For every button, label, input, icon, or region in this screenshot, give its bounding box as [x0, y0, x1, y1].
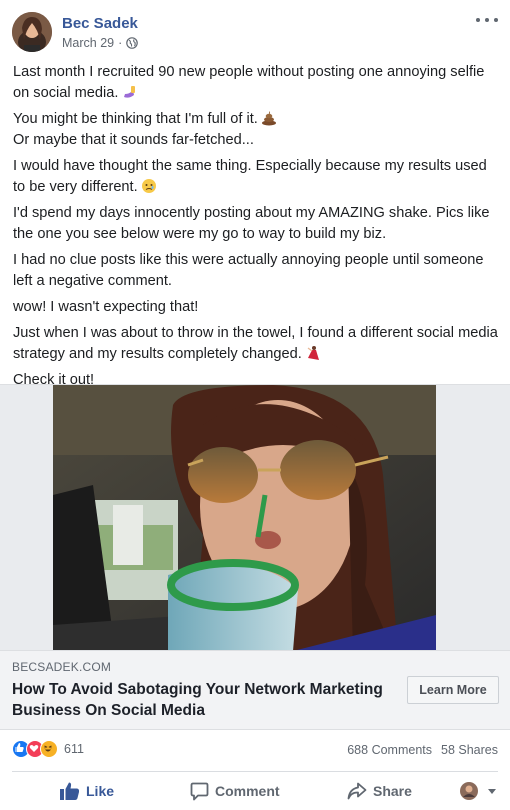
viewer-avatar	[460, 782, 478, 800]
post-paragraph: Just when I was about to throw in the to…	[13, 325, 498, 362]
globe-icon[interactable]	[126, 37, 139, 49]
actions-divider	[12, 771, 498, 772]
post-paragraph: wow! I wasn't expecting that!	[13, 299, 199, 315]
post-paragraph: I'd spend my days innocently posting abo…	[13, 205, 490, 242]
meta-separator: ·	[118, 36, 123, 50]
like-label: Like	[86, 783, 115, 799]
selfie-emoji-icon	[124, 86, 136, 98]
post-paragraph: You might be thinking that I'm full of i…	[13, 109, 498, 151]
post-header: Bec Sadek March 29 ·	[0, 0, 510, 62]
shares-count[interactable]: 58 Shares	[441, 743, 498, 757]
post-body: Last month I recruited 90 new people wit…	[13, 62, 498, 396]
link-preview-info[interactable]: BECSADEK.COM How To Avoid Sabotaging You…	[0, 650, 510, 730]
reaction-count: 611	[64, 742, 84, 756]
link-preview-image[interactable]	[0, 384, 510, 651]
chevron-down-icon	[488, 789, 496, 794]
post-paragraph: I had no clue posts like this were actua…	[13, 252, 484, 289]
thumbs-up-icon	[60, 782, 80, 800]
share-button[interactable]: Share	[347, 774, 412, 808]
post-paragraph: I would have thought the same thing. Esp…	[13, 158, 487, 195]
post-paragraph: Last month I recruited 90 new people wit…	[13, 64, 485, 101]
dancer-emoji-icon	[307, 346, 319, 360]
comment-button[interactable]: Comment	[190, 774, 280, 808]
like-button[interactable]: Like	[60, 774, 114, 808]
poop-emoji-icon	[261, 111, 276, 126]
share-label: Share	[373, 783, 412, 799]
comment-label: Comment	[215, 783, 280, 799]
learn-more-button[interactable]: Learn More	[407, 676, 499, 704]
comment-icon	[190, 782, 209, 800]
reactions-summary[interactable]: 611	[12, 740, 84, 758]
author-avatar[interactable]	[12, 12, 52, 52]
viewer-selector[interactable]	[460, 774, 504, 808]
post-meta: March 29 ·	[62, 36, 139, 50]
haha-reaction-icon	[40, 740, 58, 758]
engagement-bar: 611 688 Comments 58 Shares	[0, 736, 510, 762]
comments-count[interactable]: 688 Comments	[347, 743, 432, 757]
more-options-icon[interactable]	[476, 14, 498, 26]
author-name[interactable]: Bec Sadek	[62, 15, 138, 32]
link-domain: BECSADEK.COM	[12, 660, 112, 674]
link-headline[interactable]: How To Avoid Sabotaging Your Network Mar…	[12, 679, 387, 721]
sad-face-emoji-icon	[141, 179, 156, 193]
link-preview-card[interactable]: BECSADEK.COM How To Avoid Sabotaging You…	[0, 384, 510, 730]
post-actions: Like Comment Share	[0, 774, 510, 808]
facebook-post: Bec Sadek March 29 · Last month I recrui…	[0, 0, 510, 810]
post-date[interactable]: March 29	[62, 36, 114, 50]
share-arrow-icon	[347, 782, 367, 800]
